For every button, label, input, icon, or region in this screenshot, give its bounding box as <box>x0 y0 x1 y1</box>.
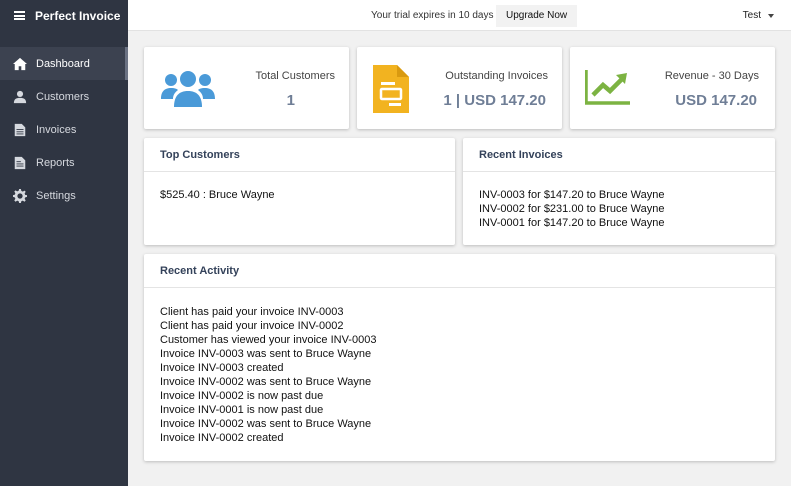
app-title: Perfect Invoice <box>35 8 121 23</box>
list-item: Client has paid your invoice INV-0002 <box>160 320 344 332</box>
list-item: INV-0001 for $147.20 to Bruce Wayne <box>479 217 665 229</box>
sidebar-item-label: Settings <box>36 189 76 202</box>
sidebar-item-reports[interactable]: Reports <box>0 146 128 179</box>
sidebar-item-label: Dashboard <box>36 57 90 70</box>
recent-invoices-panel: Recent Invoices INV-0003 for $147.20 to … <box>463 138 775 245</box>
sidebar-item-label: Reports <box>36 156 75 169</box>
panel-title: Recent Invoices <box>463 138 775 172</box>
user-menu[interactable]: Test <box>743 10 774 21</box>
upgrade-button[interactable]: Upgrade Now <box>496 5 578 27</box>
panel-title: Recent Activity <box>144 254 775 288</box>
sidebar-item-label: Customers <box>36 90 90 103</box>
trend-chart-icon <box>585 70 630 105</box>
list-item: Invoice INV-0001 is now past due <box>160 404 324 416</box>
sidebar-item-customers[interactable]: Customers <box>0 80 128 113</box>
chevron-down-icon <box>768 13 774 18</box>
stat-card-customers: Total Customers 1 <box>144 47 349 129</box>
sidebar-item-invoices[interactable]: Invoices <box>0 113 128 146</box>
stat-value: 1 <box>286 92 295 109</box>
stat-value: 1 | USD 147.20 <box>443 92 546 109</box>
recent-activity-panel: Recent Activity Client has paid your inv… <box>144 254 775 461</box>
list-item: INV-0002 for $231.00 to Bruce Wayne <box>479 203 665 215</box>
user-name: Test <box>742 10 761 21</box>
list-item: Invoice INV-0002 created <box>160 432 284 444</box>
sidebar-item-settings[interactable]: Settings <box>0 179 128 212</box>
brand-bar: Perfect Invoice <box>0 0 128 31</box>
sidebar-nav: Dashboard Customers Invoices Reports Set… <box>0 47 128 212</box>
stat-value: USD 147.20 <box>675 92 757 109</box>
home-icon <box>13 57 27 70</box>
stat-label: Total Customers <box>255 70 335 82</box>
panel-title: Top Customers <box>144 138 455 172</box>
user-icon <box>13 90 27 103</box>
trial-notice: Your trial expires in 10 days <box>371 10 494 21</box>
stat-card-revenue: Revenue - 30 Days USD 147.20 <box>570 47 775 129</box>
menu-icon[interactable] <box>14 11 25 20</box>
document-icon <box>373 65 409 113</box>
stat-label: Revenue - 30 Days <box>664 70 759 82</box>
invoice-icon <box>14 123 26 136</box>
list-item: Invoice INV-0002 was sent to Bruce Wayne <box>160 376 372 388</box>
list-item: Invoice INV-0003 created <box>160 362 284 374</box>
list-item: Invoice INV-0002 is now past due <box>160 390 324 402</box>
list-item: INV-0003 for $147.20 to Bruce Wayne <box>479 189 665 201</box>
stat-label: Outstanding Invoices <box>445 70 548 82</box>
list-item: Customer has viewed your invoice INV-000… <box>160 334 377 346</box>
sidebar-item-label: Invoices <box>36 123 77 136</box>
users-icon <box>161 71 215 107</box>
top-bar: Your trial expires in 10 days Upgrade No… <box>128 0 791 31</box>
sidebar-item-dashboard[interactable]: Dashboard <box>0 47 128 80</box>
gear-icon <box>13 188 27 203</box>
report-icon <box>14 156 26 169</box>
list-item: Invoice INV-0002 was sent to Bruce Wayne <box>160 418 372 430</box>
list-item: Client has paid your invoice INV-0003 <box>160 306 344 318</box>
sidebar: Perfect Invoice Dashboard Customers Invo… <box>0 0 128 486</box>
top-customers-panel: Top Customers $525.40 : Bruce Wayne <box>144 138 455 245</box>
list-item: Invoice INV-0003 was sent to Bruce Wayne <box>160 348 372 360</box>
list-item: $525.40 : Bruce Wayne <box>160 189 275 201</box>
stat-card-outstanding: Outstanding Invoices 1 | USD 147.20 <box>357 47 562 129</box>
